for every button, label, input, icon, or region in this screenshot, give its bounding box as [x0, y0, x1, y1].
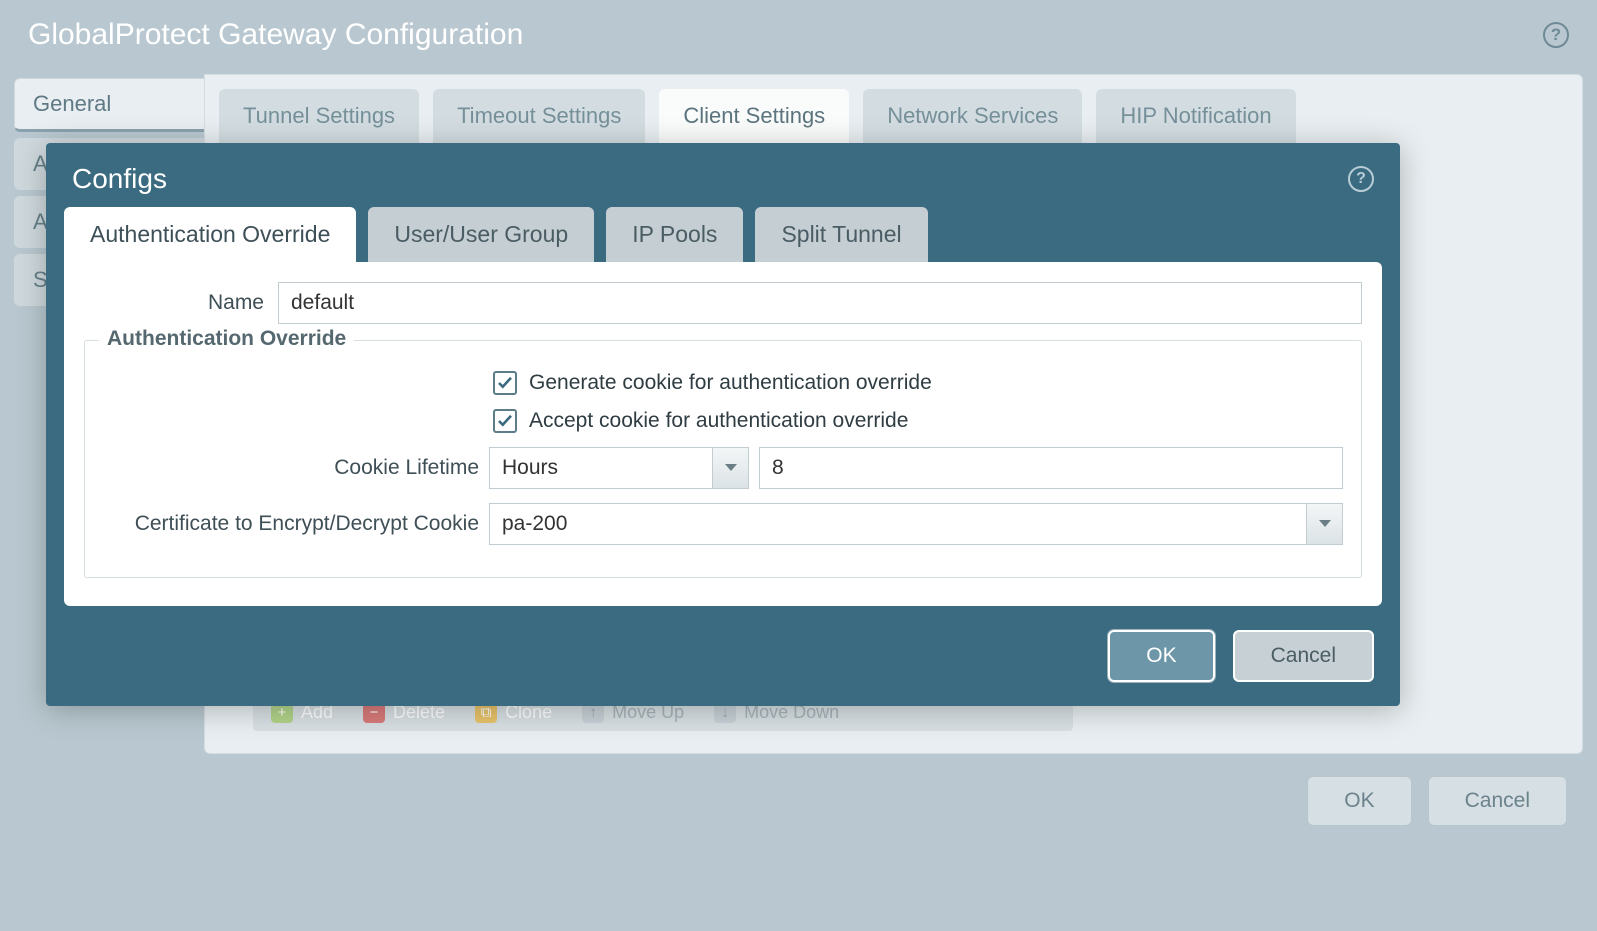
outer-header: GlobalProtect Gateway Configuration ? — [0, 0, 1597, 74]
fieldset-legend: Authentication Override — [99, 327, 354, 351]
sidebar-item-general[interactable]: General — [14, 78, 204, 132]
cert-value: pa-200 — [490, 512, 1306, 536]
help-icon[interactable]: ? — [1348, 166, 1374, 192]
accept-cookie-checkbox[interactable] — [493, 409, 517, 433]
name-field[interactable] — [278, 282, 1362, 324]
cookie-lifetime-label: Cookie Lifetime — [103, 456, 479, 480]
tab-timeout-settings[interactable]: Timeout Settings — [433, 89, 645, 143]
tab-user-group[interactable]: User/User Group — [368, 207, 594, 262]
chevron-down-icon — [712, 448, 748, 488]
chevron-down-icon — [1306, 504, 1342, 544]
tab-client-settings[interactable]: Client Settings — [659, 89, 849, 143]
cookie-lifetime-row: Cookie Lifetime Hours — [103, 447, 1343, 489]
help-icon[interactable]: ? — [1543, 22, 1569, 48]
modal-title: Configs — [72, 163, 167, 195]
ok-button[interactable]: OK — [1307, 776, 1411, 826]
cancel-button[interactable]: Cancel — [1233, 630, 1374, 682]
checkmark-icon — [496, 374, 514, 392]
cert-label: Certificate to Encrypt/Decrypt Cookie — [103, 512, 479, 536]
cert-select[interactable]: pa-200 — [489, 503, 1343, 545]
auth-override-fieldset: Authentication Override Generate cookie … — [84, 340, 1362, 578]
cookie-lifetime-unit-value: Hours — [490, 456, 712, 480]
modal-footer: OK Cancel — [46, 606, 1400, 682]
modal-header: Configs ? — [46, 143, 1400, 207]
checkmark-icon — [496, 412, 514, 430]
tab-split-tunnel[interactable]: Split Tunnel — [755, 207, 927, 262]
generate-cookie-row: Generate cookie for authentication overr… — [493, 371, 1343, 395]
tab-hip-notification[interactable]: HIP Notification — [1096, 89, 1295, 143]
tab-network-services[interactable]: Network Services — [863, 89, 1082, 143]
tab-tunnel-settings[interactable]: Tunnel Settings — [219, 89, 419, 143]
cookie-lifetime-unit-select[interactable]: Hours — [489, 447, 749, 489]
page-title: GlobalProtect Gateway Configuration — [28, 18, 523, 52]
modal-tabs: Authentication Override User/User Group … — [46, 207, 1400, 262]
generate-cookie-checkbox[interactable] — [493, 371, 517, 395]
cookie-lifetime-value-field[interactable] — [759, 447, 1343, 489]
modal-content: Name Authentication Override Generate co… — [64, 262, 1382, 606]
top-tabs: Tunnel Settings Timeout Settings Client … — [219, 89, 1568, 143]
name-row: Name — [84, 282, 1362, 324]
cancel-button[interactable]: Cancel — [1428, 776, 1567, 826]
tab-auth-override[interactable]: Authentication Override — [64, 207, 356, 262]
accept-cookie-row: Accept cookie for authentication overrid… — [493, 409, 1343, 433]
ok-button[interactable]: OK — [1108, 630, 1214, 682]
cert-row: Certificate to Encrypt/Decrypt Cookie pa… — [103, 503, 1343, 545]
outer-footer: OK Cancel — [0, 754, 1597, 826]
accept-cookie-label: Accept cookie for authentication overrid… — [529, 409, 908, 433]
generate-cookie-label: Generate cookie for authentication overr… — [529, 371, 932, 395]
tab-ip-pools[interactable]: IP Pools — [606, 207, 743, 262]
configs-dialog: Configs ? Authentication Override User/U… — [46, 143, 1400, 706]
name-label: Name — [84, 291, 264, 315]
